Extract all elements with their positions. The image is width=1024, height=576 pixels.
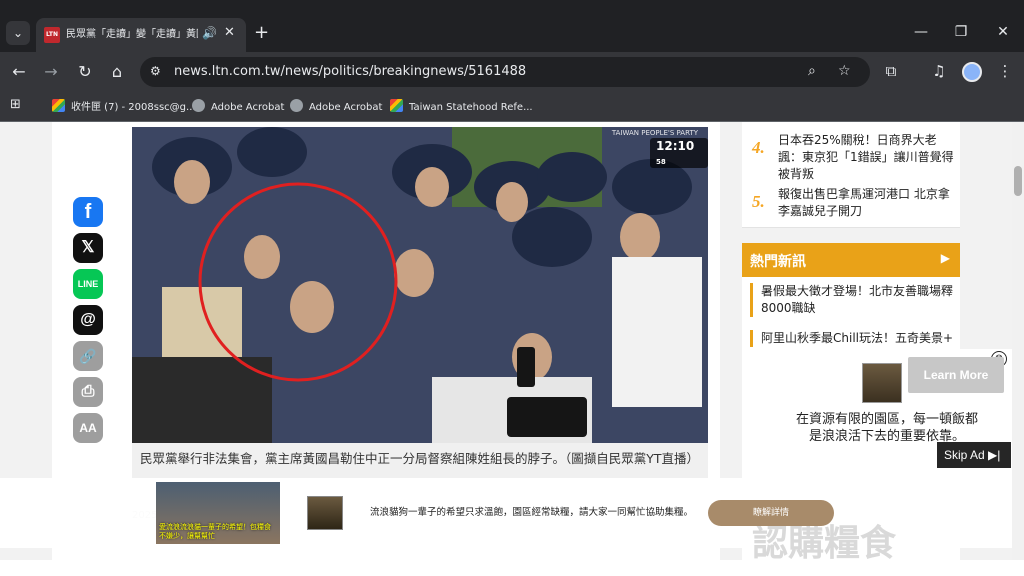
globe-icon	[192, 99, 205, 112]
ad-body-text: 流浪貓狗一輩子的希望只求溫飽，園區經常缺糧，請大家一同幫忙協助集糧。	[370, 507, 694, 518]
hot-news-item[interactable]: 暑假最大徵才登場！北市友善職場釋8000職缺	[750, 283, 956, 317]
ad-cat-thumbnail[interactable]	[307, 496, 343, 530]
ad-banner-text: 愛流浪流浪貓一輩子的希望！包糧食不嫌少，讓幫幫忙	[159, 523, 271, 540]
tab-title: 民眾黨「走讀」變「走讀」黃國昌	[66, 29, 198, 40]
article-photo[interactable]: TAIWAN PEOPLE'S PARTY 12:10 58	[132, 127, 708, 443]
ad-message: 在資源有限的園區，每一頓飯都是浪浪活下去的重要依靠。	[795, 412, 978, 444]
news-rank: 5.	[752, 192, 765, 211]
bottom-banner-ad: 認購糧食 愛流浪流浪貓一輩子的希望！包糧食不嫌少，讓幫幫忙 流浪貓狗一輩子的希望…	[0, 478, 1012, 564]
video-time-seconds: 58	[656, 158, 666, 166]
font-size-button[interactable]: AA	[73, 413, 103, 443]
ranked-news-list: 4. 日本吞25%關稅！日商界大老諷：東京犯「1錯誤」讓川普覺得被背叛 5. 報…	[742, 122, 960, 228]
facebook-share-button[interactable]: f	[73, 197, 103, 227]
home-icon[interactable]: ⌂	[106, 62, 128, 82]
navigation-toolbar: ← → ↻ ⌂ ⚙ news.ltn.com.tw/news/politics/…	[0, 52, 1024, 92]
browser-window: ⌄ LTN 民眾黨「走讀」變「走讀」黃國昌 🔊 ✕ + — ❐ ✕ ← → ↻ …	[0, 0, 1024, 576]
ad-banner-image[interactable]: 愛流浪流浪貓一輩子的希望！包糧食不嫌少，讓幫幫忙	[156, 482, 280, 544]
bookmark-item-adobe-acrobat-1[interactable]: Adobe Acrobat	[192, 99, 284, 116]
video-time-main: 12:10	[656, 139, 695, 153]
tab-search-button[interactable]: ⌄	[6, 21, 30, 45]
restore-button[interactable]: ❐	[948, 24, 974, 40]
learn-more-button[interactable]: Learn More	[908, 357, 1004, 393]
browser-chrome: ⌄ LTN 民眾黨「走讀」變「走讀」黃國昌 🔊 ✕ + — ❐ ✕ ← → ↻ …	[0, 0, 1024, 122]
back-icon[interactable]: ←	[8, 62, 30, 82]
photo-watermark: TAIWAN PEOPLE'S PARTY	[611, 129, 698, 137]
scrollbar-thumb[interactable]	[1014, 166, 1022, 196]
address-bar[interactable]: ⚙ news.ltn.com.tw/news/politics/breaking…	[140, 57, 870, 87]
zoom-icon[interactable]: ⌕	[808, 63, 816, 79]
forward-icon[interactable]: →	[40, 62, 62, 82]
side-video-ad: ⊗ Learn More 在資源有限的園區，每一頓飯都是浪浪活下去的重要依靠。	[752, 349, 1012, 495]
media-controls-icon[interactable]: ♫	[928, 62, 950, 80]
tab-close-icon[interactable]: ✕	[224, 25, 235, 40]
print-button[interactable]: ⎙	[73, 377, 103, 407]
news-headline[interactable]: 日本吞25%關稅！日商界大老諷：東京犯「1錯誤」讓川普覺得被背叛	[778, 132, 958, 183]
gmail-icon	[52, 99, 65, 112]
speaker-icon[interactable]: 🔊	[202, 26, 217, 40]
video-timestamp: 12:10 58	[650, 138, 708, 168]
arrow-right-icon[interactable]: ▶	[941, 251, 950, 265]
bookmark-label: Adobe Acrobat	[211, 102, 285, 113]
gmail-icon	[390, 99, 403, 112]
hot-news-header[interactable]: 熱門新訊 ▶	[742, 243, 960, 277]
threads-share-button[interactable]: @	[73, 305, 103, 335]
site-info-icon[interactable]: ⚙	[150, 64, 161, 78]
vertical-scrollbar[interactable]	[1012, 122, 1024, 560]
ad-thumbnail[interactable]	[862, 363, 902, 403]
news-headline[interactable]: 報復出售巴拿馬運河港口 北京拿李嘉誠兒子開刀	[778, 186, 958, 220]
profile-avatar[interactable]	[962, 62, 982, 82]
bookmark-star-icon[interactable]: ☆	[838, 63, 851, 79]
status-bar	[0, 560, 1024, 576]
hot-news-item[interactable]: 阿里山秋季最Chill玩法！五奇美景+	[750, 330, 956, 347]
reload-icon[interactable]: ↻	[74, 62, 96, 82]
learn-details-button[interactable]: 瞭解詳情	[708, 500, 834, 526]
photo-caption: 民眾黨舉行非法集會，黨主席黃國昌勒住中正一分局督察組陳姓組長的脖子。（圖擷自民眾…	[132, 443, 708, 483]
bookmarks-bar: ⊞ 收件匣 (7) - 2008ssc@g... Adobe Acrobat A…	[0, 92, 1024, 122]
hot-news-title: 熱門新訊	[750, 254, 806, 270]
new-tab-button[interactable]: +	[254, 22, 269, 43]
close-window-button[interactable]: ✕	[990, 24, 1016, 40]
skip-ad-button[interactable]: Skip Ad ▶|	[937, 442, 1011, 468]
apps-grid-icon[interactable]: ⊞	[10, 97, 21, 113]
bookmark-item-gmail-inbox[interactable]: 收件匣 (7) - 2008ssc@g...	[52, 99, 196, 116]
line-share-button[interactable]: LINE	[73, 269, 103, 299]
address-url[interactable]: news.ltn.com.tw/news/politics/breakingne…	[174, 64, 526, 80]
extensions-icon[interactable]: ⧉	[880, 62, 902, 80]
globe-icon	[290, 99, 303, 112]
bookmark-label: 收件匣 (7) - 2008ssc@g...	[71, 102, 196, 113]
bookmark-label: Adobe Acrobat	[309, 102, 383, 113]
ltn-favicon-icon: LTN	[44, 27, 60, 43]
menu-icon[interactable]: ⋮	[994, 62, 1016, 80]
bookmark-label: Taiwan Statehood Refe...	[409, 102, 533, 113]
tab-active[interactable]: LTN 民眾黨「走讀」變「走讀」黃國昌 🔊 ✕	[36, 18, 246, 52]
x-share-button[interactable]: 𝕏	[73, 233, 103, 263]
bookmark-item-adobe-acrobat-2[interactable]: Adobe Acrobat	[290, 99, 382, 116]
tab-strip: ⌄ LTN 民眾黨「走讀」變「走讀」黃國昌 🔊 ✕ + — ❐ ✕	[0, 16, 1024, 52]
minimize-button[interactable]: —	[908, 24, 934, 40]
bookmark-item-taiwan-statehood[interactable]: Taiwan Statehood Refe...	[390, 99, 533, 116]
crowd-photo-illustration	[132, 127, 708, 443]
news-rank: 4.	[752, 138, 765, 157]
copy-link-button[interactable]: 🔗	[73, 341, 103, 371]
